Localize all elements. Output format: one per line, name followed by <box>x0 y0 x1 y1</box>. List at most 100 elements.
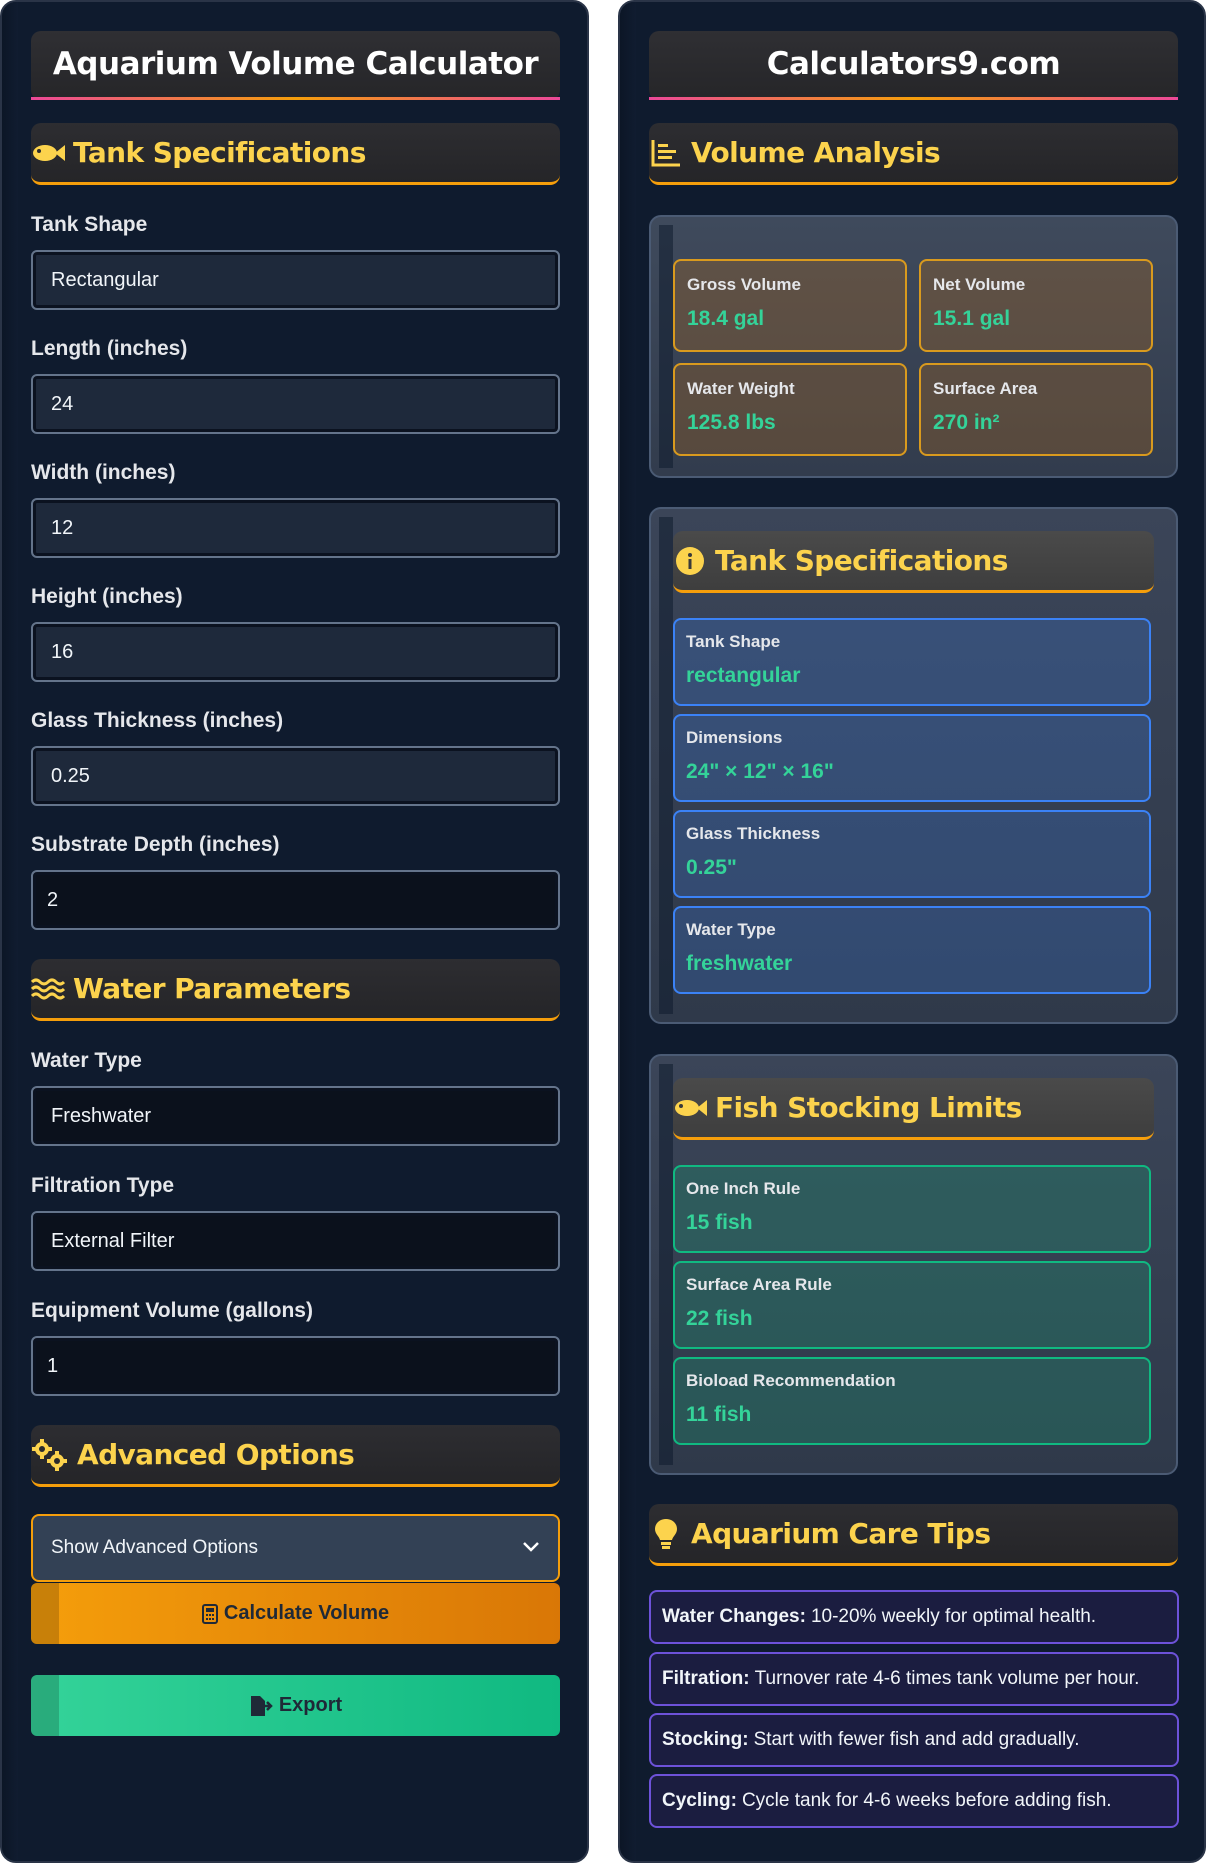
water-waves-icon <box>31 972 65 1006</box>
spec-label: Glass Thickness <box>686 824 821 843</box>
stat-value: 270 in² <box>933 411 1000 434</box>
equipment-volume-value: 1 <box>47 1354 59 1377</box>
stocking-label: Bioload Recommendation <box>686 1371 896 1390</box>
stat-label: Water Weight <box>687 379 795 398</box>
export-label: Export <box>278 1694 343 1716</box>
section-title: Advanced Options <box>77 1438 355 1471</box>
net-volume-stat: Net Volume 15.1 gal <box>919 259 1153 352</box>
tip-title: Filtration: <box>662 1668 750 1689</box>
stat-value: 15.1 gal <box>933 307 1011 330</box>
export-button[interactable]: Export <box>31 1675 560 1736</box>
spec-glass-thickness: Glass Thickness 0.25" <box>673 810 1151 898</box>
tip-cycling: Cycling: Cycle tank for 4-6 weeks before… <box>649 1774 1179 1828</box>
stocking-label: One Inch Rule <box>686 1179 801 1198</box>
water-type-value: Freshwater <box>51 1104 152 1127</box>
advanced-options-select[interactable]: Show Advanced Options <box>31 1514 560 1582</box>
width-input[interactable]: 12 <box>31 498 560 558</box>
spec-label: Water Type <box>686 920 776 939</box>
section-title: Aquarium Care Tips <box>691 1517 991 1550</box>
section-title: Tank Specifications <box>715 544 1008 577</box>
volume-stats-card: Gross Volume 18.4 gal Net Volume 15.1 ga… <box>649 215 1178 478</box>
calculator-panel: Aquarium Volume Calculator Tank Specific… <box>0 0 589 1863</box>
calculate-volume-button[interactable]: Calculate Volume <box>31 1583 560 1644</box>
stocking-label: Surface Area Rule <box>686 1275 832 1294</box>
surface-area-stat: Surface Area 270 in² <box>919 363 1153 456</box>
stocking-value: 22 fish <box>686 1307 753 1330</box>
surface-area-rule: Surface Area Rule 22 fish <box>673 1261 1151 1349</box>
gears-icon <box>31 1438 69 1472</box>
care-tips-header: Aquarium Care Tips <box>649 1504 1178 1566</box>
chart-bars-icon <box>649 136 683 170</box>
spec-tank-shape: Tank Shape rectangular <box>673 618 1151 706</box>
calculator-title: Aquarium Volume Calculator <box>31 31 560 100</box>
bioload-recommendation: Bioload Recommendation 11 fish <box>673 1357 1151 1445</box>
section-title: Water Parameters <box>73 972 351 1005</box>
substrate-depth-input[interactable]: 2 <box>31 870 560 930</box>
spec-value: freshwater <box>686 952 793 975</box>
tank-specs-card: Tank Specifications Tank Shape rectangul… <box>649 507 1178 1024</box>
spec-value: 24" × 12" × 16" <box>686 760 834 783</box>
stat-label: Surface Area <box>933 379 1038 398</box>
length-label: Length (inches) <box>31 337 188 360</box>
site-title-text: Calculators9.com <box>766 46 1061 82</box>
glass-thickness-value: 0.25 <box>51 764 90 787</box>
tip-title: Cycling: <box>662 1790 737 1811</box>
water-type-select[interactable]: Freshwater <box>31 1086 560 1146</box>
fish-icon <box>31 136 65 170</box>
stocking-value: 11 fish <box>686 1403 752 1426</box>
stat-label: Net Volume <box>933 275 1026 294</box>
chevron-down-icon <box>522 1537 540 1559</box>
spec-label: Tank Shape <box>686 632 781 651</box>
width-label: Width (inches) <box>31 461 176 484</box>
length-input[interactable]: 24 <box>31 374 560 434</box>
lightbulb-icon <box>649 1517 683 1551</box>
site-title: Calculators9.com <box>649 31 1178 100</box>
tip-text: Start with fewer fish and add gradually. <box>753 1729 1080 1750</box>
spec-water-type: Water Type freshwater <box>673 906 1151 994</box>
height-input[interactable]: 16 <box>31 622 560 682</box>
tip-text: Turnover rate 4-6 times tank volume per … <box>754 1668 1140 1689</box>
spec-value: rectangular <box>686 664 801 687</box>
section-title: Tank Specifications <box>73 136 366 169</box>
water-weight-stat: Water Weight 125.8 lbs <box>673 363 907 456</box>
stat-label: Gross Volume <box>687 275 801 294</box>
info-circle-icon <box>673 544 707 578</box>
tip-stocking: Stocking: Start with fewer fish and add … <box>649 1713 1179 1767</box>
calculator-icon <box>201 1603 218 1624</box>
volume-analysis-header: Volume Analysis <box>649 123 1178 185</box>
filtration-type-value: External Filter <box>51 1229 175 1252</box>
spec-label: Dimensions <box>686 728 783 747</box>
stocking-value: 15 fish <box>686 1211 753 1234</box>
fish-stocking-card: Fish Stocking Limits One Inch Rule 15 fi… <box>649 1054 1178 1475</box>
tank-specs-header: Tank Specifications <box>673 531 1154 593</box>
gross-volume-stat: Gross Volume 18.4 gal <box>673 259 907 352</box>
section-title: Fish Stocking Limits <box>715 1091 1022 1124</box>
tank-shape-label: Tank Shape <box>31 213 148 236</box>
stat-value: 18.4 gal <box>687 307 765 330</box>
glass-thickness-input[interactable]: 0.25 <box>31 746 560 806</box>
filtration-type-label: Filtration Type <box>31 1174 175 1197</box>
water-parameters-header: Water Parameters <box>31 959 560 1021</box>
section-title: Volume Analysis <box>691 136 941 169</box>
calculator-title-text: Aquarium Volume Calculator <box>52 46 539 82</box>
tip-text: 10-20% weekly for optimal health. <box>810 1606 1097 1627</box>
tip-filtration: Filtration: Turnover rate 4-6 times tank… <box>649 1652 1179 1706</box>
fish-stocking-header: Fish Stocking Limits <box>673 1078 1154 1140</box>
length-value: 24 <box>51 392 74 415</box>
filtration-type-select[interactable]: External Filter <box>31 1211 560 1271</box>
results-panel: Calculators9.com Volume Analysis Gross V… <box>618 0 1206 1863</box>
substrate-depth-label: Substrate Depth (inches) <box>31 833 280 856</box>
stat-value: 125.8 lbs <box>687 411 776 434</box>
spec-dimensions: Dimensions 24" × 12" × 16" <box>673 714 1151 802</box>
tank-shape-select[interactable]: Rectangular <box>31 250 560 310</box>
equipment-volume-label: Equipment Volume (gallons) <box>31 1299 313 1322</box>
one-inch-rule: One Inch Rule 15 fish <box>673 1165 1151 1253</box>
width-value: 12 <box>51 516 74 539</box>
spec-value: 0.25" <box>686 856 737 879</box>
glass-thickness-label: Glass Thickness (inches) <box>31 709 284 732</box>
height-label: Height (inches) <box>31 585 183 608</box>
equipment-volume-input[interactable]: 1 <box>31 1336 560 1396</box>
calculate-volume-label: Calculate Volume <box>223 1602 390 1624</box>
tip-text: Cycle tank for 4-6 weeks before adding f… <box>741 1790 1112 1811</box>
substrate-depth-value: 2 <box>47 888 59 911</box>
